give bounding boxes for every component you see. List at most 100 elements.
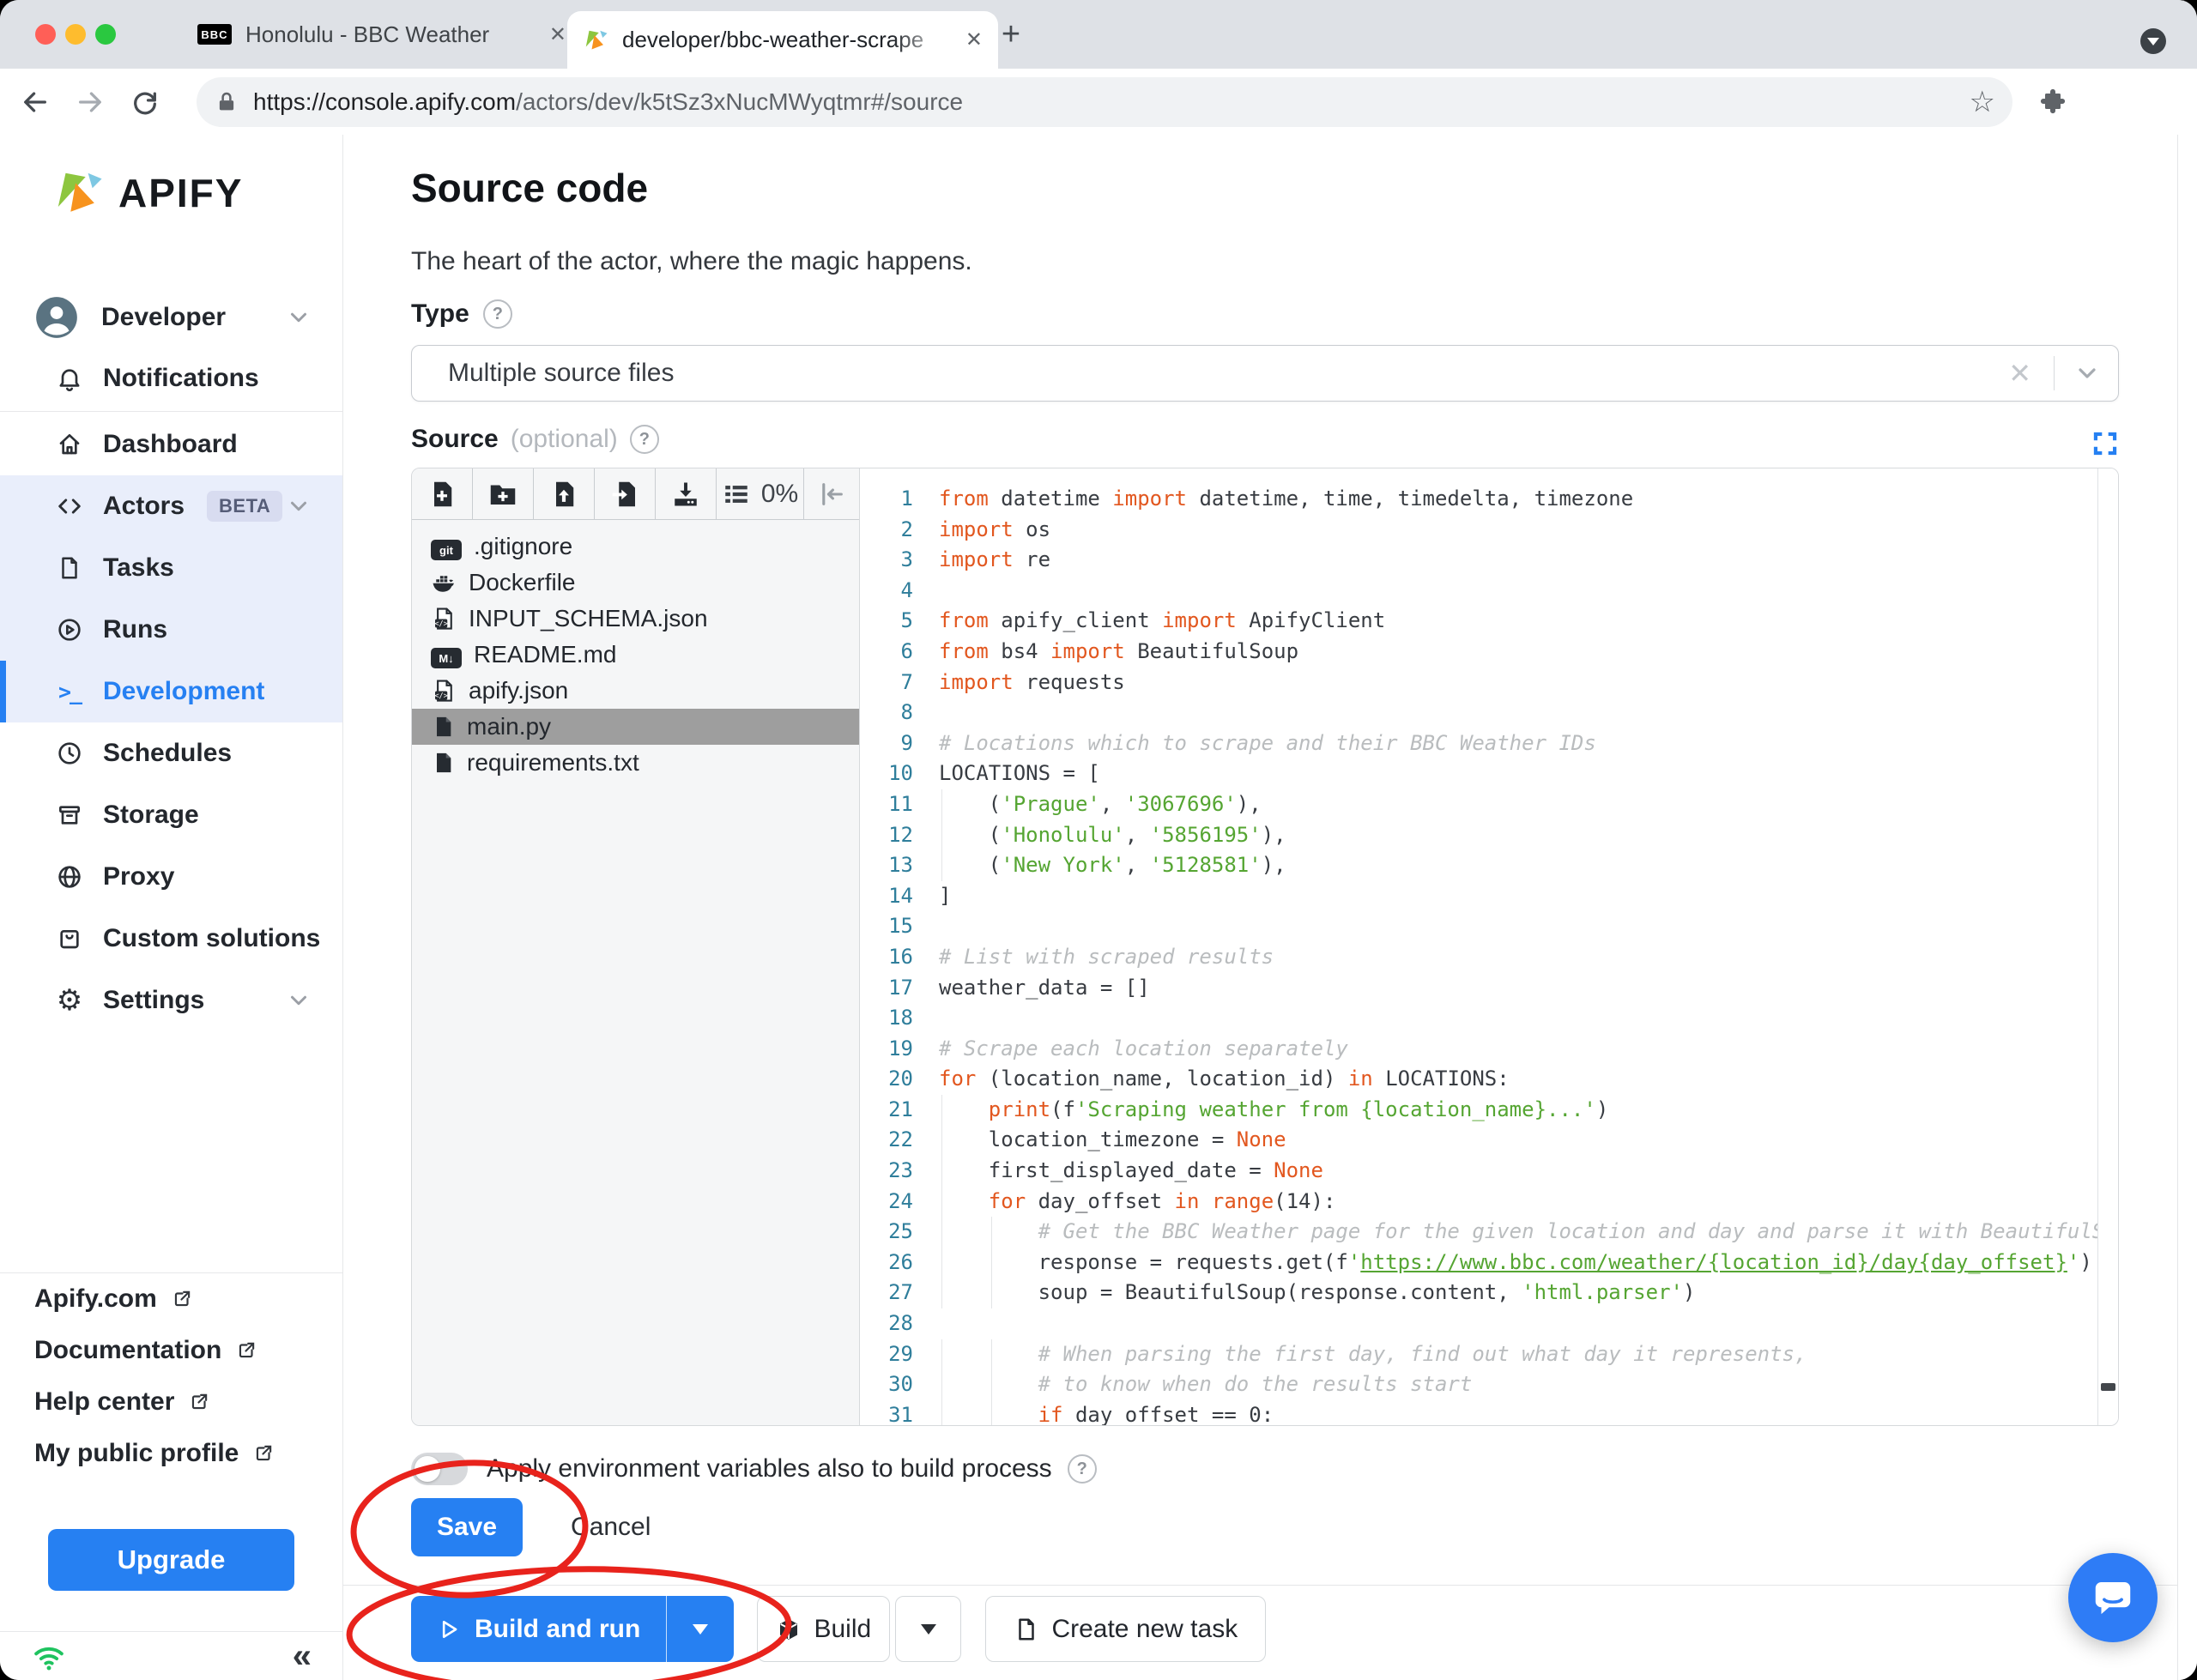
tab-apify-console[interactable]: developer/bbc-weather-scrape ✕	[567, 11, 998, 69]
back-icon[interactable]	[21, 88, 50, 117]
cancel-button[interactable]: Cancel	[571, 1498, 651, 1556]
sidebar-item-development[interactable]: >_ Development	[0, 661, 342, 722]
code-content: from datetime import datetime, time, tim…	[939, 484, 2098, 1425]
new-file-button[interactable]	[412, 468, 473, 519]
svg-text:</>: </>	[434, 692, 447, 700]
close-tab-icon[interactable]: ✕	[549, 22, 566, 47]
file-item-readme-md[interactable]: M↓ README.md	[412, 637, 859, 673]
bookmark-star-icon[interactable]: ☆	[1970, 85, 1995, 119]
build-and-run-label: Build and run	[475, 1614, 641, 1643]
storage-usage: 0%	[717, 468, 804, 519]
code-line-24: for day_offset in range(14):	[939, 1186, 2098, 1218]
archive-icon	[55, 801, 84, 830]
code-line-14: ]	[939, 883, 952, 908]
file-name: requirements.txt	[467, 749, 639, 776]
new-tab-button[interactable]: +	[996, 16, 1026, 52]
sidebar-item-tasks[interactable]: Tasks	[0, 537, 342, 599]
sidebar-link-help-center[interactable]: Help center	[0, 1376, 342, 1428]
source-help-icon[interactable]: ?	[629, 425, 659, 454]
sidebar-item-settings[interactable]: ⚙ Settings	[0, 970, 342, 1031]
create-task-label: Create new task	[1051, 1614, 1238, 1643]
sidebar-bottom-bar: «	[0, 1631, 342, 1680]
page-scrollbar[interactable]	[2177, 135, 2197, 1680]
file-item-requirements-txt[interactable]: requirements.txt	[412, 745, 859, 781]
upgrade-button[interactable]: Upgrade	[48, 1529, 294, 1591]
upload-file-button[interactable]	[534, 468, 595, 519]
sidebar-item-actors[interactable]: Actors BETA	[0, 475, 342, 537]
file-tree-panel: 0% git .gitignore Dockerfile </> INPUT_SCHEM…	[412, 468, 860, 1425]
url-bar[interactable]: https://console.apify.com/actors/dev/k5t…	[197, 77, 2012, 127]
file-item--gitignore[interactable]: git .gitignore	[412, 529, 859, 565]
code-line-6: from bs4 import BeautifulSoup	[939, 638, 1299, 663]
sidebar-link-public-profile[interactable]: My public profile	[0, 1428, 342, 1479]
sidebar-item-dashboard[interactable]: Dashboard	[0, 414, 342, 475]
bag-icon	[55, 924, 84, 953]
editor-scrollbar[interactable]	[2097, 468, 2118, 1425]
connection-status-icon	[31, 1638, 67, 1674]
sidebar-item-notifications[interactable]: Notifications	[0, 347, 342, 409]
browser-window: BBC Honolulu - BBC Weather ✕ developer/b…	[0, 0, 2197, 1680]
package-icon	[780, 1618, 798, 1640]
close-window-button[interactable]	[35, 24, 56, 45]
file-item-apify-json[interactable]: </> apify.json	[412, 673, 859, 709]
save-button[interactable]: Save	[411, 1498, 523, 1556]
build-dropdown[interactable]	[895, 1596, 962, 1662]
sidebar-link-documentation[interactable]: Documentation	[0, 1325, 342, 1376]
sidebar-item-runs[interactable]: Runs	[0, 599, 342, 661]
file-item-input-schema-json[interactable]: </> INPUT_SCHEMA.json	[412, 601, 859, 637]
code-editor[interactable]: 1 2 3 4 5 6 7 8 9 10 11 12 13 14 15 16 17 18 19 20 21 22 23 24 2…	[860, 468, 2118, 1425]
forward-icon[interactable]	[76, 88, 105, 117]
code-line-30: # to know when do the results start	[939, 1369, 2098, 1400]
minimize-window-button[interactable]	[65, 24, 86, 45]
sidebar-item-label: Storage	[103, 801, 199, 829]
sidebar-item-proxy[interactable]: Proxy	[0, 846, 342, 908]
select-chevron-icon[interactable]	[2073, 360, 2101, 387]
account-switcher[interactable]: Developer	[0, 287, 342, 347]
sidebar-item-schedules[interactable]: Schedules	[0, 722, 342, 784]
fullscreen-editor-icon[interactable]	[2091, 430, 2119, 457]
reload-icon[interactable]	[130, 88, 160, 117]
type-help-icon[interactable]: ?	[482, 299, 512, 329]
tab-search-button[interactable]	[2140, 28, 2166, 54]
chat-bubble-icon	[2095, 1582, 2131, 1615]
sidebar-item-custom-solutions[interactable]: Custom solutions	[0, 908, 342, 970]
source-type-select[interactable]: Multiple source files ✕	[411, 345, 2119, 402]
avatar	[34, 295, 79, 340]
file-item-dockerfile[interactable]: Dockerfile	[412, 565, 859, 601]
build-button[interactable]: Build	[757, 1596, 891, 1662]
env-vars-toggle[interactable]	[411, 1453, 468, 1485]
close-tab-icon[interactable]: ✕	[965, 27, 983, 52]
create-new-task-button[interactable]: Create new task	[985, 1596, 1267, 1662]
sidebar-link-apify-com[interactable]: Apify.com	[0, 1273, 342, 1325]
build-and-run-button[interactable]: Build and run	[411, 1596, 666, 1662]
link-label: Help center	[34, 1387, 175, 1416]
code-line-29: # When parsing the first day, find out w…	[939, 1339, 2098, 1370]
apify-logo[interactable]: APIFY	[0, 135, 342, 219]
code-line-27: soup = BeautifulSoup(response.content, '…	[939, 1278, 2098, 1309]
account-name: Developer	[101, 303, 227, 331]
build-and-run-dropdown[interactable]	[666, 1596, 734, 1662]
tab-bbc-weather[interactable]: BBC Honolulu - BBC Weather ✕	[189, 0, 575, 69]
sidebar-item-storage[interactable]: Storage	[0, 784, 342, 846]
line-numbers: 1 2 3 4 5 6 7 8 9 10 11 12 13 14 15 16 17 18 19 20 21 22 23 24 2…	[888, 486, 913, 1425]
import-file-button[interactable]	[595, 468, 656, 519]
scrollbar-thumb[interactable]	[2101, 1383, 2115, 1391]
apify-favicon	[583, 27, 608, 53]
new-folder-button[interactable]	[473, 468, 534, 519]
collapse-sidebar-icon[interactable]: «	[293, 1637, 312, 1676]
extensions-puzzle-icon[interactable]	[2037, 86, 2067, 115]
home-icon	[55, 430, 84, 459]
collapse-file-panel-icon[interactable]	[804, 468, 859, 519]
file-toolbar: 0%	[412, 468, 859, 520]
link-label: Documentation	[34, 1336, 222, 1364]
zoom-window-button[interactable]	[95, 24, 116, 45]
code-icon	[55, 492, 84, 521]
code-line-22: location_timezone = None	[939, 1125, 2098, 1157]
file-item-main-py[interactable]: main.py	[412, 709, 859, 745]
env-vars-help-icon[interactable]: ?	[1067, 1454, 1097, 1484]
chat-launcher-button[interactable]	[2068, 1553, 2158, 1642]
clear-select-icon[interactable]: ✕	[2008, 357, 2031, 390]
download-button[interactable]	[656, 468, 717, 519]
play-icon	[442, 1620, 457, 1638]
